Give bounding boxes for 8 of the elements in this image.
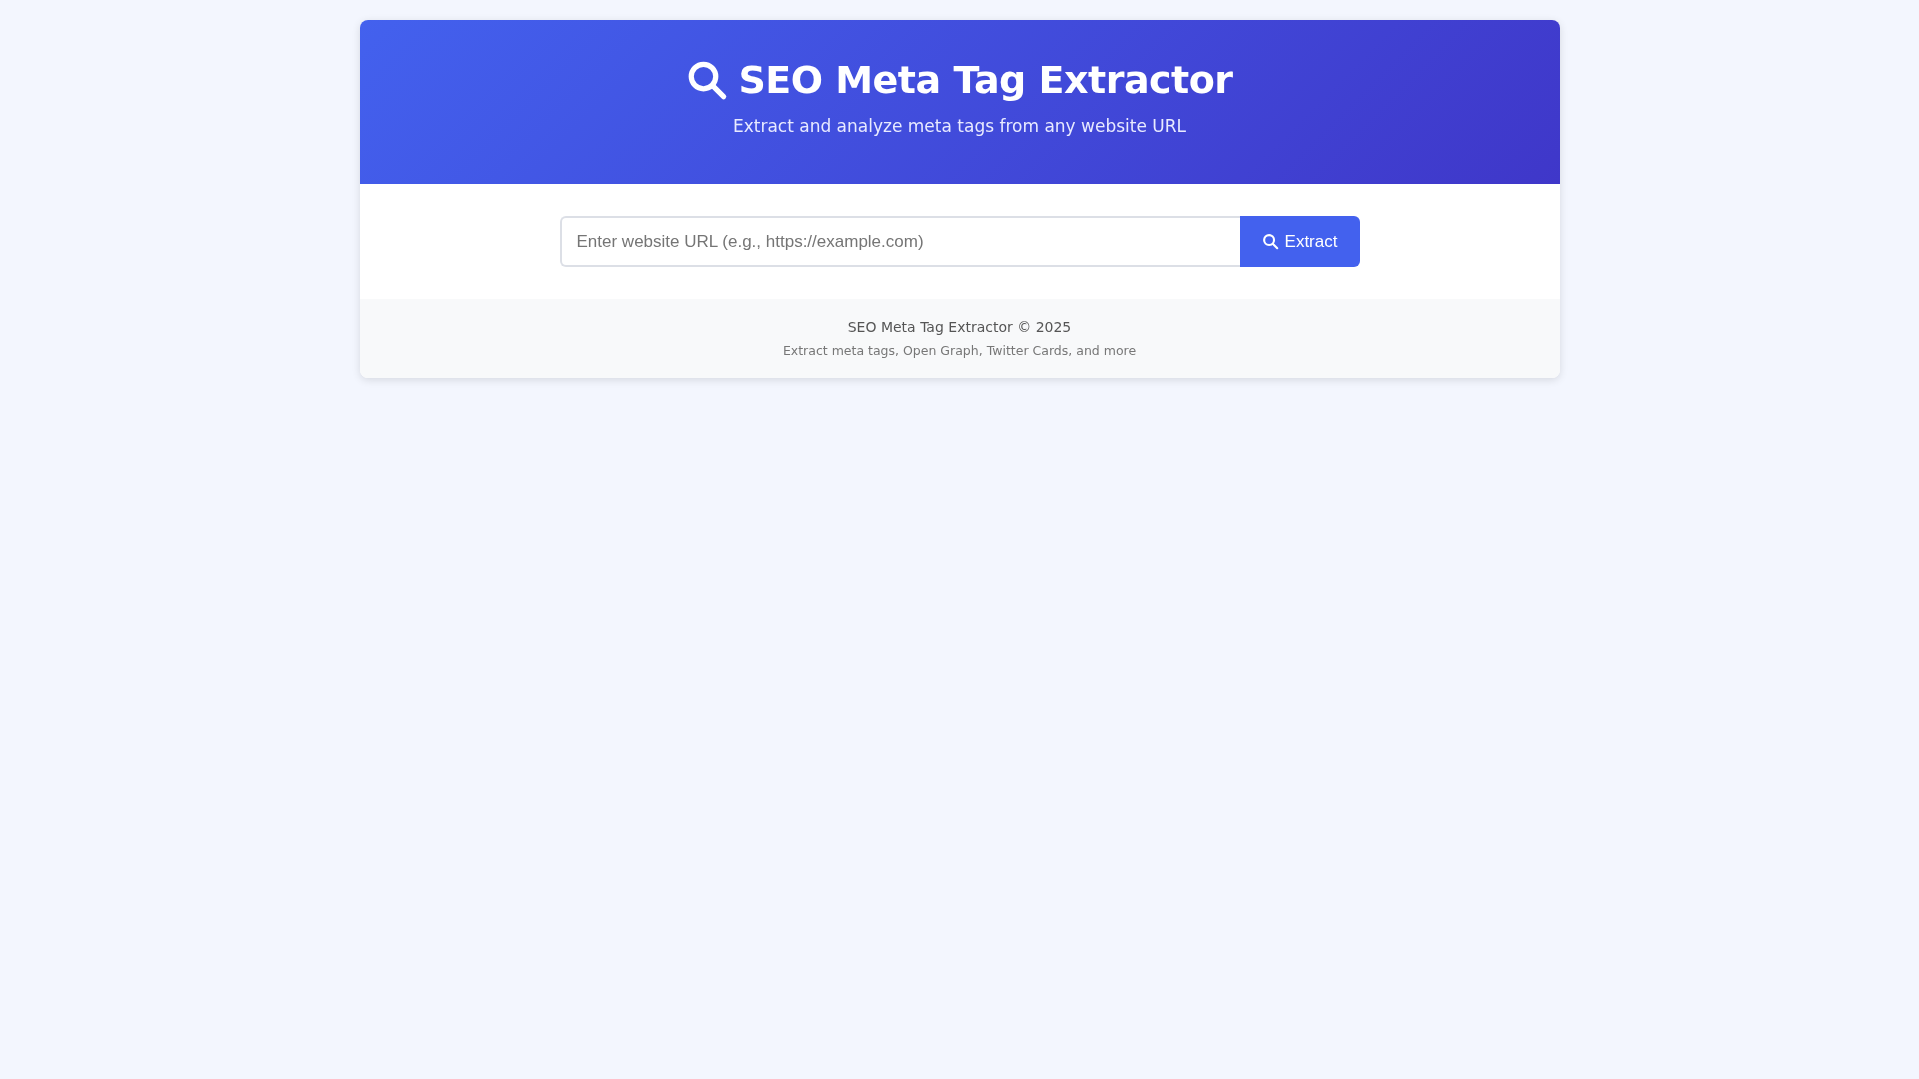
search-icon <box>686 59 729 101</box>
footer-tagline: Extract meta tags, Open Graph, Twitter Cards, and more <box>782 343 1137 358</box>
extract-button[interactable]: Extract <box>1239 216 1360 267</box>
app-subtitle: Extract and analyze meta tags from any website URL <box>732 116 1187 136</box>
app-title: SEO Meta Tag Extractor <box>738 58 1233 102</box>
footer-copyright: SEO Meta Tag Extractor © 2025 <box>847 319 1072 335</box>
url-field[interactable]: Enter website URL (e.g., https://example.com) <box>559 216 1240 267</box>
search-icon <box>1261 233 1279 250</box>
